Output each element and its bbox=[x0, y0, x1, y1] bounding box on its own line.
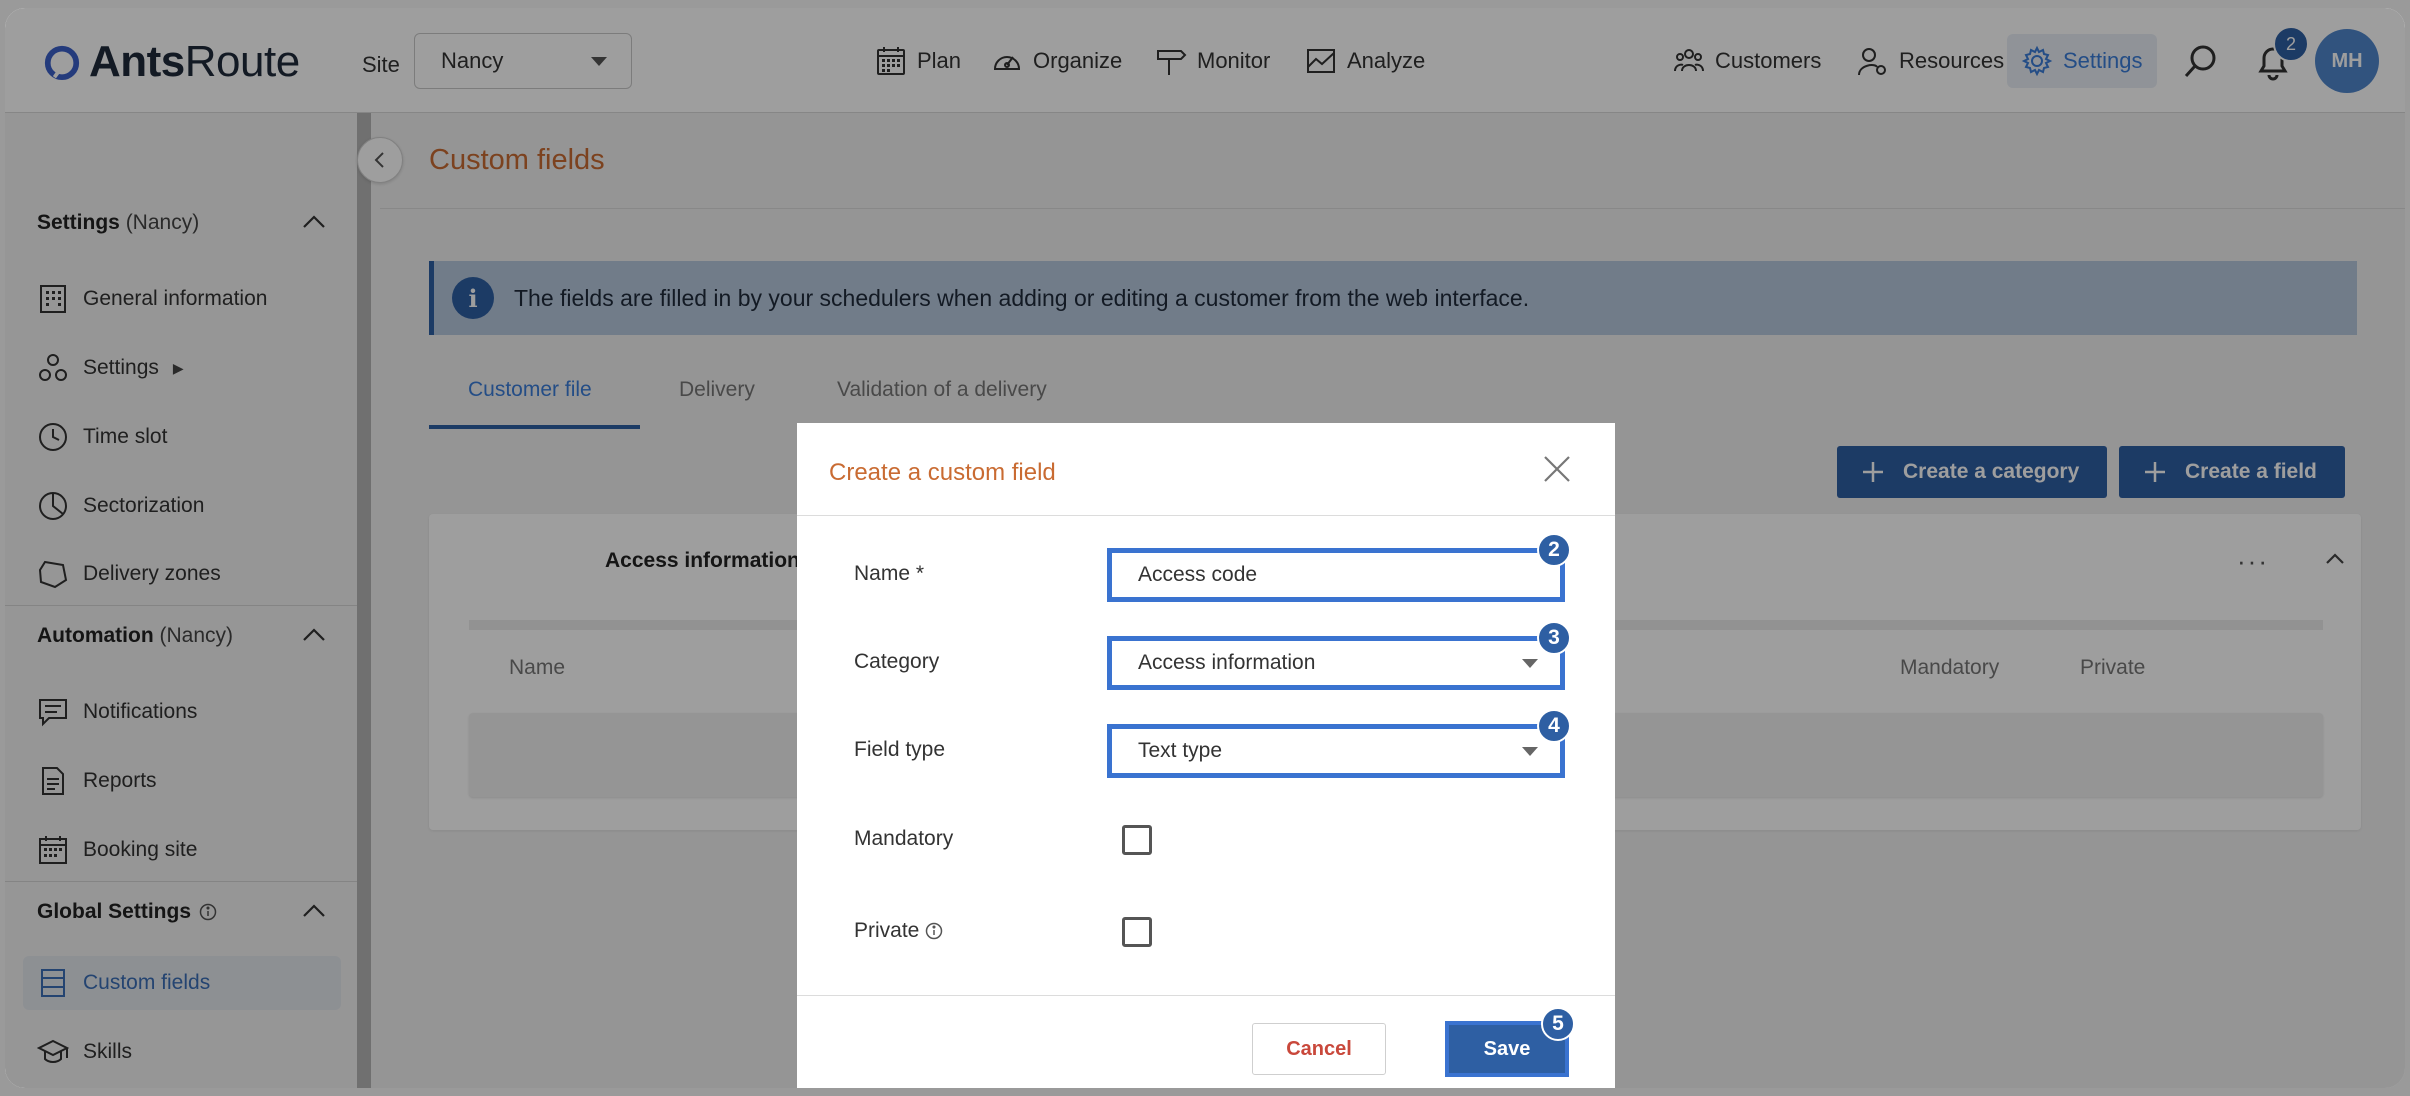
name-input[interactable]: Access code bbox=[1107, 548, 1565, 602]
category-label: Category bbox=[854, 650, 940, 673]
create-custom-field-dialog: Create a custom field Name * Access code… bbox=[797, 423, 1615, 1088]
private-checkbox[interactable] bbox=[1122, 917, 1152, 947]
step-badge-3: 3 bbox=[1537, 621, 1571, 655]
dialog-title: Create a custom field bbox=[829, 459, 1056, 486]
close-icon[interactable] bbox=[1541, 453, 1573, 485]
category-select-value: Access information bbox=[1138, 651, 1316, 674]
step-badge-4: 4 bbox=[1537, 709, 1571, 743]
dialog-header-divider bbox=[797, 515, 1615, 516]
caret-down-icon bbox=[1522, 658, 1538, 668]
name-input-value: Access code bbox=[1138, 563, 1258, 586]
private-label-row: Private bbox=[854, 919, 943, 943]
info-circle-icon bbox=[926, 922, 943, 940]
app-window: AntsRoute Site Nancy Plan Organize Monit… bbox=[5, 8, 2405, 1088]
field-type-select[interactable]: Text type bbox=[1107, 724, 1565, 778]
category-select[interactable]: Access information bbox=[1107, 636, 1565, 690]
name-label: Name * bbox=[854, 562, 925, 585]
field-type-label: Field type bbox=[854, 738, 946, 761]
caret-down-icon bbox=[1522, 746, 1538, 756]
cancel-button[interactable]: Cancel bbox=[1252, 1023, 1386, 1075]
dialog-footer-divider bbox=[797, 995, 1615, 996]
field-type-select-value: Text type bbox=[1138, 739, 1223, 762]
mandatory-checkbox[interactable] bbox=[1122, 825, 1152, 855]
mandatory-label: Mandatory bbox=[854, 827, 954, 850]
step-badge-5: 5 bbox=[1541, 1007, 1575, 1041]
step-badge-2: 2 bbox=[1537, 533, 1571, 567]
private-label: Private bbox=[854, 919, 920, 942]
